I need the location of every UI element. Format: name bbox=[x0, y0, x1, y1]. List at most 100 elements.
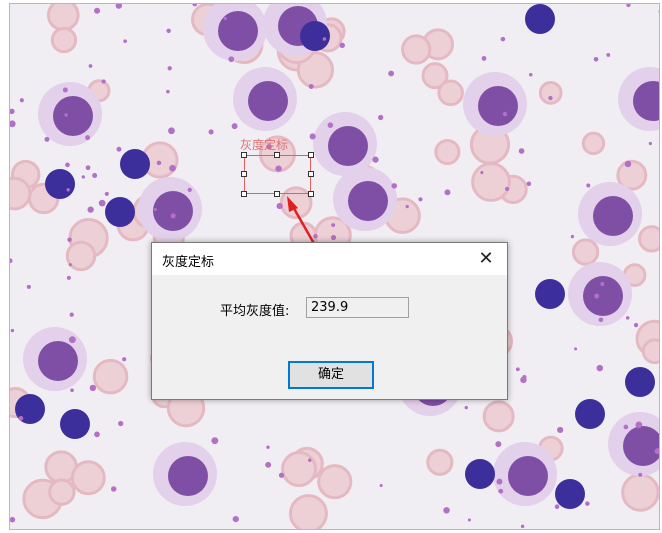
platelet bbox=[418, 197, 423, 202]
lymphocyte-nucleus bbox=[45, 169, 75, 199]
white-cell-nucleus bbox=[328, 126, 368, 166]
platelet bbox=[638, 472, 643, 477]
platelet bbox=[116, 146, 122, 152]
platelet bbox=[10, 258, 13, 264]
platelet bbox=[481, 56, 487, 61]
platelet bbox=[166, 89, 170, 94]
platelet bbox=[379, 483, 383, 488]
platelet bbox=[192, 4, 198, 7]
platelet bbox=[331, 223, 336, 227]
platelet bbox=[10, 328, 15, 333]
platelet bbox=[594, 293, 600, 299]
platelet bbox=[18, 415, 24, 421]
platelet bbox=[339, 42, 345, 49]
platelet bbox=[170, 213, 176, 219]
lymphocyte-nucleus bbox=[465, 459, 495, 489]
platelet bbox=[464, 405, 468, 410]
platelet bbox=[87, 206, 94, 213]
platelet bbox=[278, 472, 285, 478]
platelet bbox=[658, 10, 659, 13]
roi-handle-tl[interactable] bbox=[241, 152, 247, 158]
platelet bbox=[391, 183, 398, 189]
platelet bbox=[92, 172, 98, 178]
platelet bbox=[68, 336, 76, 344]
platelet bbox=[520, 376, 527, 384]
platelet bbox=[520, 524, 525, 529]
platelet bbox=[625, 316, 630, 320]
lymphocyte-nucleus bbox=[535, 279, 565, 309]
platelet bbox=[593, 56, 599, 62]
platelet bbox=[330, 234, 337, 241]
platelet bbox=[67, 237, 72, 243]
average-gray-label: 平均灰度值: bbox=[220, 304, 290, 319]
platelet bbox=[308, 458, 312, 462]
white-cell-nucleus bbox=[478, 86, 518, 126]
platelet bbox=[600, 281, 605, 286]
platelet bbox=[208, 129, 214, 135]
platelet bbox=[187, 187, 192, 192]
roi-handle-br[interactable] bbox=[308, 191, 314, 197]
platelet bbox=[626, 4, 631, 8]
platelet bbox=[167, 66, 172, 71]
platelet bbox=[505, 186, 510, 192]
roi-handle-bl[interactable] bbox=[241, 191, 247, 197]
platelet bbox=[570, 234, 575, 239]
dialog-titlebar[interactable]: 灰度定标 ✕ bbox=[152, 243, 507, 275]
red-blood-cell bbox=[638, 225, 659, 253]
platelet bbox=[276, 203, 283, 210]
platelet bbox=[495, 441, 502, 448]
platelet bbox=[211, 437, 219, 445]
lymphocyte-nucleus bbox=[575, 399, 605, 429]
platelet bbox=[62, 87, 68, 93]
platelet bbox=[648, 141, 652, 146]
roi-handle-mr[interactable] bbox=[308, 171, 314, 177]
platelet bbox=[19, 98, 24, 103]
roi-handle-tm[interactable] bbox=[274, 152, 280, 158]
white-cell-nucleus bbox=[218, 11, 258, 51]
red-blood-cell bbox=[48, 478, 76, 506]
platelet bbox=[156, 160, 162, 166]
platelet bbox=[585, 501, 590, 506]
platelet bbox=[322, 37, 327, 41]
average-gray-field[interactable]: 239.9 bbox=[306, 297, 409, 318]
roi-handle-ml[interactable] bbox=[241, 171, 247, 177]
red-blood-cell bbox=[571, 238, 600, 266]
red-blood-cell bbox=[581, 131, 606, 156]
platelet bbox=[223, 16, 227, 21]
white-cell-nucleus bbox=[248, 81, 288, 121]
platelet bbox=[10, 120, 16, 128]
white-cell-nucleus bbox=[53, 96, 93, 136]
platelet bbox=[231, 123, 238, 130]
platelet bbox=[168, 127, 175, 135]
platelet bbox=[104, 191, 109, 196]
platelet bbox=[574, 347, 578, 351]
platelet bbox=[444, 189, 451, 196]
red-blood-cell bbox=[482, 400, 515, 433]
roi-rectangle[interactable] bbox=[244, 155, 311, 194]
platelet bbox=[44, 136, 50, 142]
platelet bbox=[153, 207, 157, 212]
red-blood-cell bbox=[641, 338, 659, 365]
platelet bbox=[526, 181, 532, 187]
platelet bbox=[68, 263, 72, 267]
platelet bbox=[66, 275, 71, 280]
platelet bbox=[518, 148, 525, 154]
platelet bbox=[308, 84, 314, 89]
dialog-body: 平均灰度值: 239.9 确定 bbox=[152, 275, 507, 399]
red-blood-cell bbox=[434, 138, 461, 166]
platelet bbox=[265, 461, 272, 468]
gray-calibration-dialog: 灰度定标 ✕ 平均灰度值: 239.9 确定 bbox=[151, 242, 508, 400]
white-cell-nucleus bbox=[168, 456, 208, 496]
platelet bbox=[70, 388, 74, 393]
platelet bbox=[118, 420, 124, 427]
close-icon[interactable]: ✕ bbox=[465, 243, 507, 275]
lymphocyte-nucleus bbox=[300, 21, 330, 51]
platelet bbox=[26, 284, 31, 289]
white-cell-nucleus bbox=[348, 181, 388, 221]
platelet bbox=[624, 160, 632, 168]
red-blood-cell bbox=[471, 162, 511, 202]
roi-handle-tr[interactable] bbox=[308, 152, 314, 158]
ok-button[interactable]: 确定 bbox=[288, 361, 374, 389]
platelet bbox=[500, 36, 506, 42]
roi-handle-bm[interactable] bbox=[274, 191, 280, 197]
